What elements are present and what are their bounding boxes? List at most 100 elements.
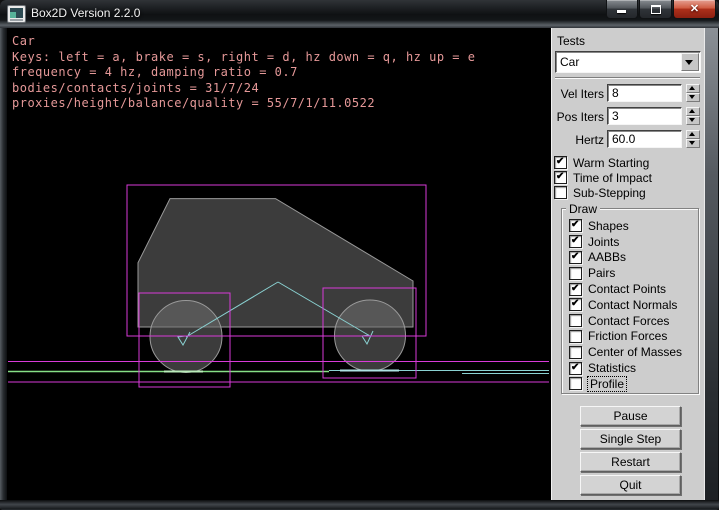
sub-stepping-label: Sub-Stepping (573, 186, 646, 200)
checkmark-icon: ✔ (556, 171, 564, 182)
warm-starting-checkbox[interactable]: ✔ (554, 156, 567, 169)
single-step-button[interactable]: Single Step (580, 429, 681, 449)
hertz-input[interactable]: 60.0 (607, 130, 682, 148)
checkmark-icon: ✔ (571, 235, 579, 246)
profile-row: Profile (569, 376, 682, 392)
time-of-impact-label: Time of Impact (573, 171, 652, 185)
contact-points-row: ✔ Contact Points (569, 281, 682, 297)
pos-iters-input[interactable]: 3 (607, 107, 682, 125)
hertz-spin-up-button[interactable] (686, 130, 700, 139)
debug-text-line: Car (12, 34, 475, 50)
draw-list: ✔ Shapes ✔ Joints ✔ AABBs Pairs ✔ Contact Points… (569, 218, 682, 392)
time-of-impact-checkbox[interactable]: ✔ (554, 171, 567, 184)
center-of-masses-row: Center of Masses (569, 344, 682, 360)
quit-button[interactable]: Quit (580, 475, 681, 495)
joints-checkbox[interactable]: ✔ (569, 235, 582, 248)
center-of-masses-checkbox[interactable] (569, 346, 582, 359)
toggle-list: ✔ Warm Starting ✔ Time of ImpactSub-Steppin… (554, 155, 652, 201)
sub-stepping-checkbox[interactable] (554, 186, 567, 199)
pos-iters-spinner (686, 107, 700, 124)
pause-button[interactable]: Pause (580, 406, 681, 426)
arrow-down-icon (689, 141, 695, 145)
checkmark-icon: ✔ (571, 219, 579, 230)
arrow-up-icon (689, 132, 695, 136)
window-border-right (703, 28, 719, 510)
tests-dropdown-button[interactable] (681, 53, 699, 71)
window-border-bottom (0, 500, 719, 510)
app-icon (7, 5, 26, 23)
contact-points-checkbox[interactable]: ✔ (569, 283, 582, 296)
aabbs-row: ✔ AABBs (569, 250, 682, 266)
friction-forces-row: Friction Forces (569, 329, 682, 345)
center-of-masses-label: Center of Masses (588, 345, 682, 359)
vel-iters-input[interactable]: 8 (607, 84, 682, 102)
debug-text-line: proxies/height/balance/quality = 55/7/1/… (12, 96, 475, 112)
close-button[interactable]: ✕ (673, 0, 716, 19)
window-title: Box2D Version 2.2.0 (31, 6, 140, 20)
spinner-rows: Vel Iters8Pos Iters3Hertz60.0 (552, 83, 704, 152)
statistics-checkbox[interactable]: ✔ (569, 362, 582, 375)
friction-forces-label: Friction Forces (588, 329, 667, 343)
maximize-icon (651, 5, 661, 14)
pairs-label: Pairs (588, 266, 615, 280)
profile-checkbox[interactable] (569, 377, 582, 390)
window-border-left (0, 28, 7, 510)
sub-stepping-row: Sub-Stepping (554, 185, 652, 200)
pos-iters-spin-down-button[interactable] (686, 116, 700, 125)
draw-group-label: Draw (566, 202, 600, 216)
joints-row: ✔ Joints (569, 234, 682, 250)
contact-points-label: Contact Points (588, 282, 666, 296)
hertz-spinner (686, 130, 700, 147)
debug-text: CarKeys: left = a, brake = s, right = d,… (12, 34, 475, 112)
profile-label: Profile (588, 377, 626, 391)
hertz-label: Hertz (552, 133, 604, 147)
shapes-row: ✔ Shapes (569, 218, 682, 234)
shapes-checkbox[interactable]: ✔ (569, 219, 582, 232)
aabbs-label: AABBs (588, 250, 626, 264)
contact-forces-checkbox[interactable] (569, 314, 582, 327)
application-window: Box2D Version 2.2.0 ✕ (0, 0, 719, 510)
pairs-row: Pairs (569, 265, 682, 281)
arrow-up-icon (689, 109, 695, 113)
checkmark-icon: ✔ (556, 156, 564, 167)
title-bar[interactable]: Box2D Version 2.2.0 ✕ (0, 0, 719, 29)
statistics-row: ✔ Statistics (569, 360, 682, 376)
pos-iters-spin-up-button[interactable] (686, 107, 700, 116)
aabbs-checkbox[interactable]: ✔ (569, 251, 582, 264)
checkmark-icon: ✔ (571, 362, 579, 373)
restart-button[interactable]: Restart (580, 452, 681, 472)
chevron-down-icon (685, 60, 693, 65)
vel-iters-spinner (686, 84, 700, 101)
time-of-impact-row: ✔ Time of Impact (554, 170, 652, 185)
warm-starting-row: ✔ Warm Starting (554, 155, 652, 170)
contact-normals-label: Contact Normals (588, 298, 677, 312)
tests-dropdown[interactable]: Car (555, 51, 701, 73)
minimize-button[interactable] (606, 0, 638, 19)
checkmark-icon: ✔ (571, 283, 579, 294)
statistics-label: Statistics (588, 361, 636, 375)
vel-iters-spin-down-button[interactable] (686, 93, 700, 102)
vel-iters-label: Vel Iters (552, 87, 604, 101)
checkmark-icon: ✔ (571, 251, 579, 262)
close-icon: ✕ (674, 2, 715, 15)
window-controls: ✕ (605, 0, 716, 19)
button-stack: Pause Single Step Restart Quit (580, 406, 681, 495)
tests-label: Tests (557, 34, 585, 48)
pairs-checkbox[interactable] (569, 267, 582, 280)
hertz-spin-down-button[interactable] (686, 139, 700, 148)
friction-forces-checkbox[interactable] (569, 330, 582, 343)
pos-iters-row: Pos Iters3 (552, 106, 704, 129)
vel-iters-spin-up-button[interactable] (686, 84, 700, 93)
shapes-label: Shapes (588, 219, 629, 233)
contact-forces-label: Contact Forces (588, 314, 669, 328)
simulation-canvas[interactable]: CarKeys: left = a, brake = s, right = d,… (7, 28, 550, 500)
maximize-button[interactable] (639, 0, 672, 19)
separator (555, 77, 700, 79)
warm-starting-label: Warm Starting (573, 156, 649, 170)
contact-normals-checkbox[interactable]: ✔ (569, 298, 582, 311)
joints-label: Joints (588, 235, 619, 249)
minimize-icon (617, 10, 626, 13)
contact-normals-row: ✔ Contact Normals (569, 297, 682, 313)
hertz-row: Hertz60.0 (552, 129, 704, 152)
pos-iters-label: Pos Iters (552, 110, 604, 124)
